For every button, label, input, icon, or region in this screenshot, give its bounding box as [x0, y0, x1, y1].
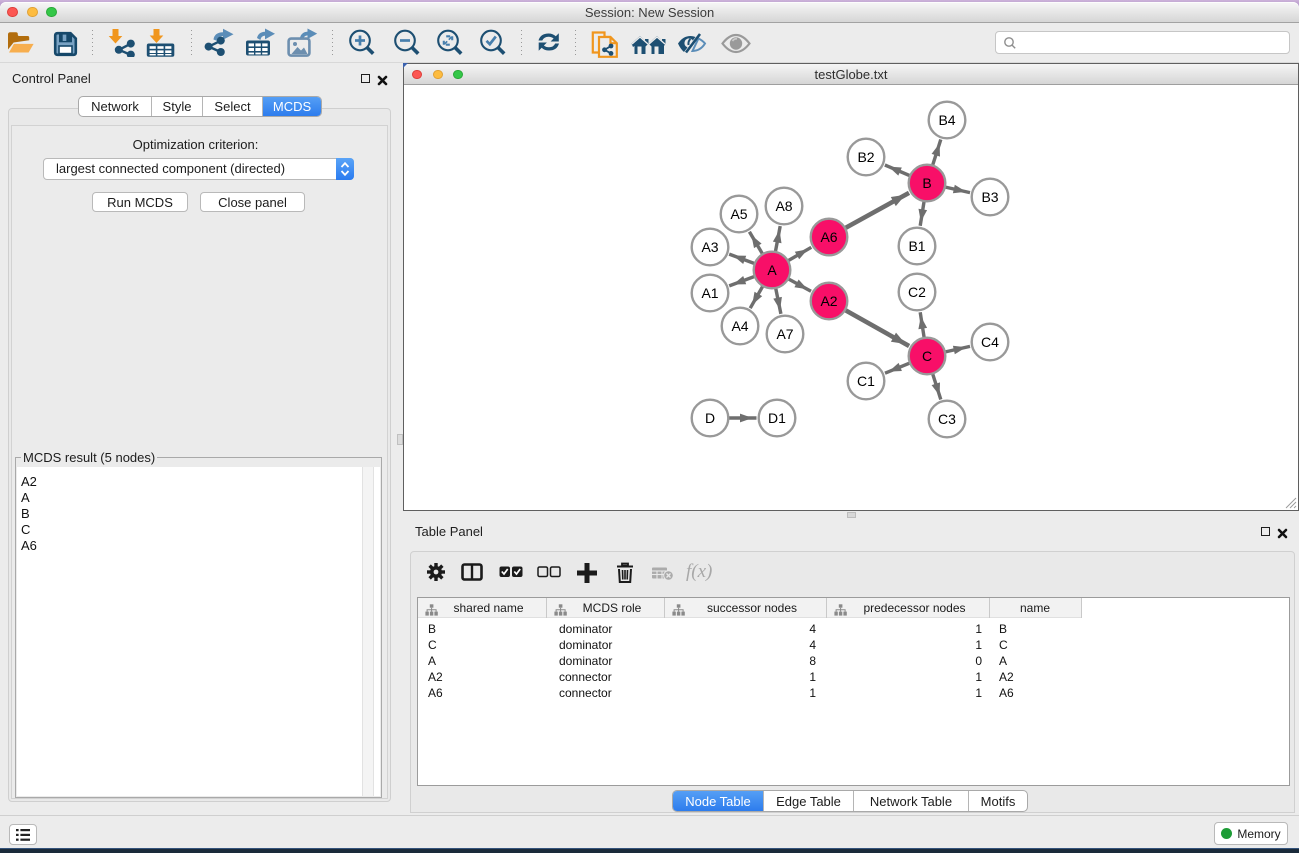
- svg-text:B4: B4: [938, 112, 955, 128]
- svg-text:A4: A4: [731, 318, 748, 334]
- svg-text:B1: B1: [908, 238, 925, 254]
- svg-text:C4: C4: [981, 334, 999, 350]
- svg-text:A3: A3: [701, 239, 718, 255]
- svg-text:A8: A8: [775, 198, 792, 214]
- svg-text:D: D: [705, 410, 715, 426]
- svg-text:B3: B3: [981, 189, 998, 205]
- svg-text:A2: A2: [820, 293, 837, 309]
- svg-text:A1: A1: [701, 285, 718, 301]
- svg-text:A: A: [767, 262, 777, 278]
- svg-text:A6: A6: [820, 229, 837, 245]
- svg-text:D1: D1: [768, 410, 786, 426]
- svg-text:C2: C2: [908, 284, 926, 300]
- svg-text:A5: A5: [730, 206, 747, 222]
- svg-text:B2: B2: [857, 149, 874, 165]
- svg-text:B: B: [922, 175, 931, 191]
- svg-text:A7: A7: [776, 326, 793, 342]
- svg-text:C1: C1: [857, 373, 875, 389]
- svg-text:C3: C3: [938, 411, 956, 427]
- svg-text:C: C: [922, 348, 932, 364]
